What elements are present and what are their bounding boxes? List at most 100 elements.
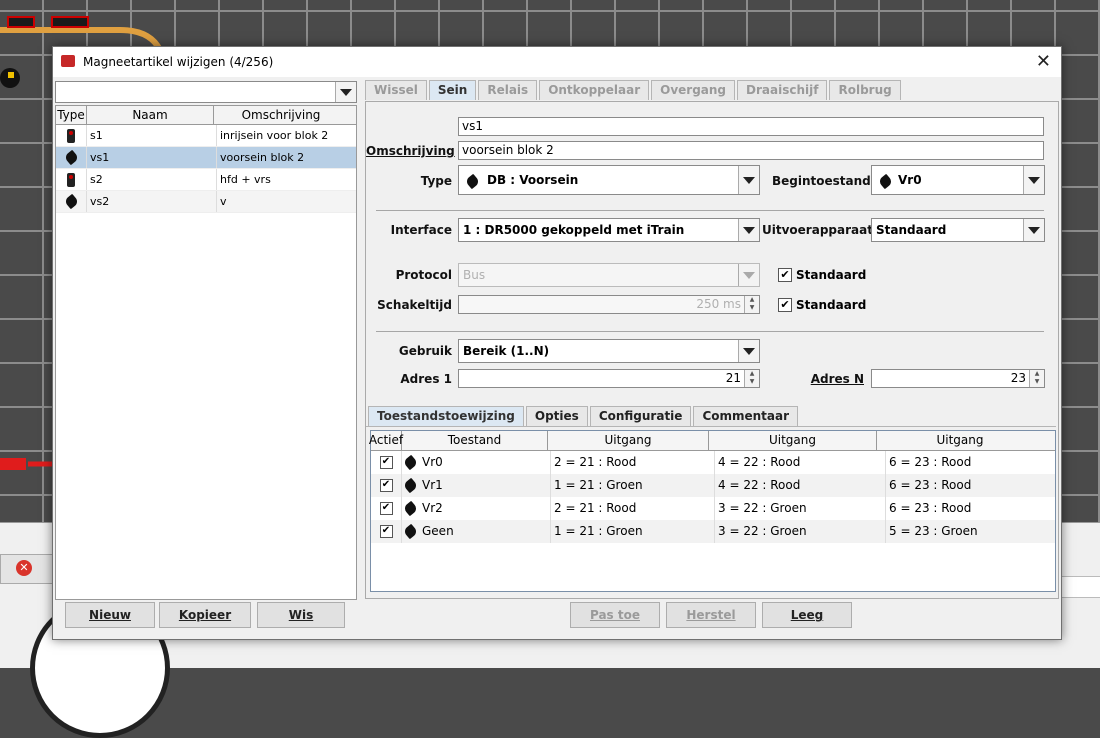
uitgang-value[interactable]: 6 = 23 : Rood	[886, 451, 1055, 474]
herstel-button[interactable]: Herstel	[666, 602, 756, 628]
chevron-down-icon[interactable]	[738, 166, 759, 194]
chevron-down-icon[interactable]	[738, 219, 759, 241]
actief-checkbox[interactable]: ✔	[379, 479, 393, 492]
uitgang-value[interactable]: 4 = 22 : Rood	[715, 474, 886, 497]
list-item[interactable]: s2 hfd + vrs	[56, 169, 356, 191]
spinner-icon[interactable]: ▲ ▼	[744, 370, 759, 387]
nieuw-button[interactable]: Nieuw	[65, 602, 155, 628]
tab-commentaar[interactable]: Commentaar	[693, 406, 799, 426]
spinner-icon[interactable]: ▲ ▼	[744, 296, 759, 313]
tab-wissel[interactable]: Wissel	[365, 80, 427, 100]
separator	[376, 331, 1044, 332]
uitgang-value[interactable]: 2 = 21 : Rood	[551, 497, 715, 520]
tab-draaischijf[interactable]: Draaischijf	[737, 80, 828, 100]
actief-checkbox[interactable]: ✔	[379, 502, 393, 515]
protocol-standaard-checkbox[interactable]: ✔	[778, 268, 792, 282]
col-type[interactable]: Type	[56, 106, 87, 124]
state-assignment-table: Actief Toestand Uitgang Uitgang Uitgang …	[369, 430, 1056, 592]
gebruik-select[interactable]: Bereik (1..N)	[458, 339, 760, 363]
type-select[interactable]: DB : Voorsein	[458, 165, 760, 195]
begintoestand-select[interactable]: Vr0	[871, 165, 1045, 195]
schakeltijd-standaard-label: Standaard	[796, 298, 867, 312]
filter-combo[interactable]	[55, 81, 357, 103]
kopieer-label: Kopieer	[178, 608, 232, 622]
schakeltijd-standaard-checkbox[interactable]: ✔	[778, 298, 792, 312]
gebruik-value: Bereik (1..N)	[463, 344, 550, 358]
uitvoer-select[interactable]: Standaard	[871, 218, 1045, 242]
distant-signal-icon	[464, 173, 481, 190]
distant-signal-icon	[63, 149, 79, 166]
schakeltijd-field[interactable]: 250 ms ▲ ▼	[458, 295, 760, 314]
herstel-label: Herstel	[686, 608, 736, 622]
state-row[interactable]: ✔ Geen 1 = 21 : Groen 3 = 22 : Groen 5 =…	[371, 520, 1055, 543]
chevron-down-icon[interactable]	[1023, 219, 1044, 241]
adres1-field[interactable]: 21 ▲ ▼	[458, 369, 760, 388]
nieuw-label: Nieuw	[89, 608, 131, 622]
uitgang-value[interactable]: 1 = 21 : Groen	[551, 520, 715, 543]
tab-rolbrug[interactable]: Rolbrug	[829, 80, 901, 100]
schakeltijd-value: 250 ms	[696, 297, 741, 311]
col-uitgang[interactable]: Uitgang	[709, 431, 877, 450]
uitgang-value[interactable]: 3 = 22 : Groen	[715, 497, 886, 520]
interface-label: Interface	[390, 223, 452, 237]
protocol-value: Bus	[463, 268, 486, 282]
tab-overgang[interactable]: Overgang	[651, 80, 736, 100]
list-item[interactable]: vs1 voorsein blok 2	[56, 147, 356, 169]
adresn-field[interactable]: 23 ▲ ▼	[871, 369, 1045, 388]
state-row[interactable]: ✔ Vr0 2 = 21 : Rood 4 = 22 : Rood 6 = 23…	[371, 451, 1055, 474]
item-naam: s1	[87, 125, 217, 146]
col-naam[interactable]: Naam	[87, 106, 214, 124]
tab-relais[interactable]: Relais	[478, 80, 538, 100]
col-uitgang[interactable]: Uitgang	[548, 431, 709, 450]
kopieer-button[interactable]: Kopieer	[159, 602, 251, 628]
omschrijving-field[interactable]: voorsein blok 2	[458, 141, 1044, 160]
uitgang-value[interactable]: 6 = 23 : Rood	[886, 474, 1055, 497]
protocol-label: Protocol	[395, 268, 452, 282]
col-actief[interactable]: Actief	[369, 431, 403, 450]
uitgang-value[interactable]: 5 = 23 : Groen	[886, 520, 1055, 543]
list-item[interactable]: vs2 v	[56, 191, 356, 213]
actief-checkbox[interactable]: ✔	[379, 525, 393, 538]
uitgang-value[interactable]: 3 = 22 : Groen	[715, 520, 886, 543]
uitgang-value[interactable]: 6 = 23 : Rood	[886, 497, 1055, 520]
wis-button[interactable]: Wis	[257, 602, 345, 628]
chevron-down-icon	[738, 264, 759, 286]
close-icon[interactable]: ✕	[1036, 51, 1051, 72]
col-uitgang[interactable]: Uitgang	[877, 431, 1043, 450]
wis-label: Wis	[288, 608, 314, 622]
background-close-icon[interactable]: ✕	[16, 560, 32, 576]
accessory-list: Type Naam Omschrijving s1 inrijsein voor…	[55, 105, 357, 600]
tab-toestandstoewijzing[interactable]: Toestandstoewijzing	[368, 406, 524, 426]
tab-sein[interactable]: Sein	[428, 80, 477, 100]
distant-signal-icon	[63, 193, 79, 210]
subtab-line	[366, 426, 1056, 427]
protocol-standaard-label: Standaard	[796, 268, 867, 282]
naam-field[interactable]: vs1	[458, 117, 1044, 136]
state-row[interactable]: ✔ Vr2 2 = 21 : Rood 3 = 22 : Groen 6 = 2…	[371, 497, 1055, 520]
chevron-down-icon[interactable]	[335, 82, 356, 102]
state-header: Actief Toestand Uitgang Uitgang Uitgang	[369, 431, 1055, 451]
col-omschrijving[interactable]: Omschrijving	[214, 106, 348, 124]
actief-checkbox[interactable]: ✔	[379, 456, 393, 469]
uitgang-value[interactable]: 1 = 21 : Groen	[551, 474, 715, 497]
protocol-select[interactable]: Bus	[458, 263, 760, 287]
col-toestand[interactable]: Toestand	[402, 431, 548, 450]
tab-configuratie[interactable]: Configuratie	[589, 406, 692, 426]
tab-ontkoppelaar[interactable]: Ontkoppelaar	[539, 80, 650, 100]
chevron-down-icon[interactable]	[738, 340, 759, 362]
interface-select[interactable]: 1 : DR5000 gekoppeld met iTrain	[458, 218, 760, 242]
schakeltijd-label: Schakeltijd	[377, 298, 452, 312]
pas-toe-button[interactable]: Pas toe	[570, 602, 660, 628]
leeg-button[interactable]: Leeg	[762, 602, 852, 628]
distant-signal-icon	[402, 523, 419, 540]
omschrijving-label: Omschrijving	[366, 144, 455, 158]
tab-opties[interactable]: Opties	[525, 406, 588, 426]
adres1-label: Adres 1	[400, 372, 452, 386]
list-item[interactable]: s1 inrijsein voor blok 2	[56, 125, 356, 147]
state-row[interactable]: ✔ Vr1 1 = 21 : Groen 4 = 22 : Rood 6 = 2…	[371, 474, 1055, 497]
chevron-down-icon[interactable]	[1023, 166, 1044, 194]
type-label: Type	[420, 174, 452, 188]
spinner-icon[interactable]: ▲ ▼	[1029, 370, 1044, 387]
uitgang-value[interactable]: 2 = 21 : Rood	[551, 451, 715, 474]
uitgang-value[interactable]: 4 = 22 : Rood	[715, 451, 886, 474]
